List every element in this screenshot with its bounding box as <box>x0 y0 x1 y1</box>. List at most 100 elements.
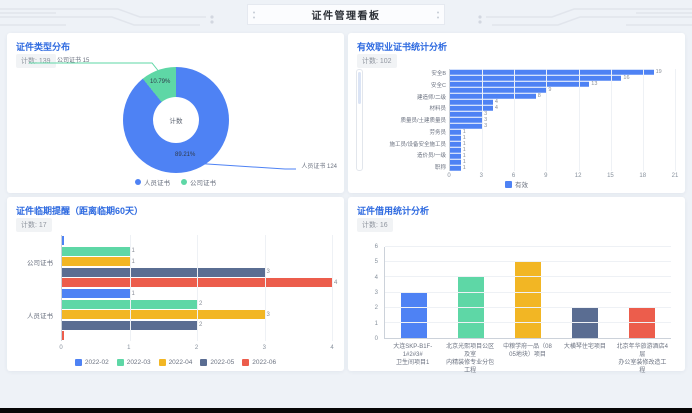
datazoom-handle[interactable] <box>358 72 361 104</box>
bar[interactable] <box>515 262 541 338</box>
y-axis-tick: 2 <box>375 305 378 311</box>
bar[interactable] <box>450 100 493 105</box>
bar[interactable] <box>450 76 621 81</box>
legend-item[interactable]: 有效 <box>505 179 528 189</box>
gridline <box>332 235 333 341</box>
legend-marker <box>117 359 124 366</box>
grouped-category-labels: 公司证书人员证书 <box>15 235 57 341</box>
panel-title: 证件临期提醒（距离临期60天） <box>16 204 143 217</box>
pie-percent-personnel: 89.21% <box>175 152 195 158</box>
hbar-category-labels: 安全B安全C建造师/二级材料员质量员/土建质量员劳务员施工员/设备安全施工员造价… <box>366 69 446 171</box>
hbar-category-label: 劳务员 <box>366 128 446 136</box>
bar[interactable] <box>450 148 461 153</box>
panel-title: 有效职业证书统计分析 <box>357 40 447 53</box>
gridline <box>197 235 198 341</box>
legend-item[interactable]: 人员证书 <box>135 177 170 187</box>
legend-item[interactable]: 2022-02 <box>75 359 109 366</box>
legend-label: 2022-05 <box>210 359 234 366</box>
legend-label: 人员证书 <box>144 177 170 187</box>
vbar-x-label: 北京年华旅游酒店4层办公室装修改造工程 <box>614 343 671 375</box>
bar[interactable] <box>450 94 536 99</box>
hbar-category-label: 施工员/设备安全施工员 <box>366 140 446 148</box>
pie-legend: 人员证书 公司证书 <box>7 177 344 187</box>
bar[interactable] <box>450 124 482 129</box>
vbar-x-label: 大连SKP-B1F-1#2#3#卫生间项目1 <box>384 343 441 375</box>
bar[interactable] <box>450 82 589 87</box>
gridline <box>385 261 671 262</box>
pie-percent-company: 10.79% <box>150 79 170 85</box>
bar[interactable] <box>450 70 654 75</box>
x-axis-tick: 2 <box>195 345 198 351</box>
legend-label: 2022-06 <box>252 359 276 366</box>
bar[interactable] <box>450 118 482 123</box>
bar[interactable] <box>450 106 493 111</box>
bar[interactable] <box>450 160 461 165</box>
gridline <box>611 69 612 171</box>
gridline <box>675 69 676 171</box>
datazoom-slider[interactable] <box>356 69 363 171</box>
panel-title: 证件借用统计分析 <box>357 204 429 217</box>
gridline <box>579 69 580 171</box>
hbar-category-label: 建造师/二级 <box>366 93 446 101</box>
bar[interactable] <box>62 310 265 319</box>
gridline <box>385 246 671 247</box>
bar[interactable] <box>450 166 461 171</box>
legend-item[interactable]: 2022-06 <box>242 359 276 366</box>
hbar-legend: 有效 <box>348 179 685 189</box>
hbar-category-label: 职称 <box>366 163 446 171</box>
y-axis-tick: 4 <box>375 275 378 281</box>
bar[interactable] <box>62 257 130 266</box>
dashboard-page: 证件管理看板 证件类型分布 计数: 139 计数 10.79% 89.21% 公… <box>0 0 692 413</box>
count-badge: 计数: 139 <box>16 54 56 68</box>
hbar-category-label: 安全C <box>366 81 446 89</box>
legend-item[interactable]: 2022-03 <box>117 359 151 366</box>
hbar-category-label: 安全B <box>366 69 446 77</box>
bar[interactable] <box>450 142 461 147</box>
dashboard-header: 证件管理看板 <box>0 0 692 30</box>
panel-certificate-type-distribution: 证件类型分布 计数: 139 计数 10.79% 89.21% 公司证书 15 … <box>7 33 344 193</box>
legend-label: 2022-02 <box>85 359 109 366</box>
gridline <box>482 69 483 171</box>
legend-label: 2022-03 <box>127 359 151 366</box>
circuit-decoration-left <box>0 0 252 30</box>
bar[interactable] <box>450 136 461 141</box>
bar[interactable] <box>450 154 461 159</box>
bar[interactable] <box>62 247 130 256</box>
gridline <box>546 69 547 171</box>
panel-valid-certificates-stats: 有效职业证书统计分析 计数: 102 安全B安全C建造师/二级材料员质量员/土建… <box>348 33 685 193</box>
bar[interactable] <box>450 88 546 93</box>
bar[interactable] <box>450 130 461 135</box>
count-badge: 计数: 102 <box>357 54 397 68</box>
bar[interactable] <box>62 268 265 277</box>
bar[interactable] <box>62 331 64 340</box>
vbar-x-axis-labels: 大连SKP-B1F-1#2#3#卫生间项目1北京光熙项目公区及室内精装修专业分包… <box>384 343 671 375</box>
grouped-legend: 2022-02 2022-03 2022-04 2022-05 2022-06 <box>7 359 344 366</box>
gridline <box>265 235 266 341</box>
gridline <box>130 235 131 341</box>
hbar-category-label: 造价员/一级 <box>366 151 446 159</box>
gridline <box>385 307 671 308</box>
legend-marker <box>75 359 82 366</box>
vbar-x-label: 北京光熙项目公区及室内精装修专业分包工程 <box>441 343 498 375</box>
circuit-decoration-right <box>440 0 692 30</box>
bar[interactable] <box>62 236 64 245</box>
legend-marker <box>135 179 141 185</box>
bar[interactable] <box>401 293 427 339</box>
y-axis-tick: 6 <box>375 244 378 250</box>
vbar-plot-area <box>384 247 671 339</box>
bar[interactable] <box>458 277 484 338</box>
dashboard-title: 证件管理看板 <box>312 7 381 22</box>
bar[interactable] <box>450 112 482 117</box>
x-axis-tick: 3 <box>263 345 266 351</box>
y-axis-tick: 3 <box>375 290 378 296</box>
panel-expiry-reminder: 证件临期提醒（距离临期60天） 计数: 17 公司证书人员证书 11341232… <box>7 197 344 371</box>
vbar-x-label: 中粮学府一品（0805地块）项目 <box>499 343 556 375</box>
legend-label: 2022-04 <box>169 359 193 366</box>
bar[interactable] <box>62 289 130 298</box>
gridline <box>514 69 515 171</box>
hbar-plot-area: 19161398443331111111 <box>449 69 675 171</box>
legend-item[interactable]: 2022-05 <box>200 359 234 366</box>
legend-item[interactable]: 2022-04 <box>159 359 193 366</box>
legend-item[interactable]: 公司证书 <box>181 177 216 187</box>
dashboard-title-box: 证件管理看板 <box>247 4 445 25</box>
